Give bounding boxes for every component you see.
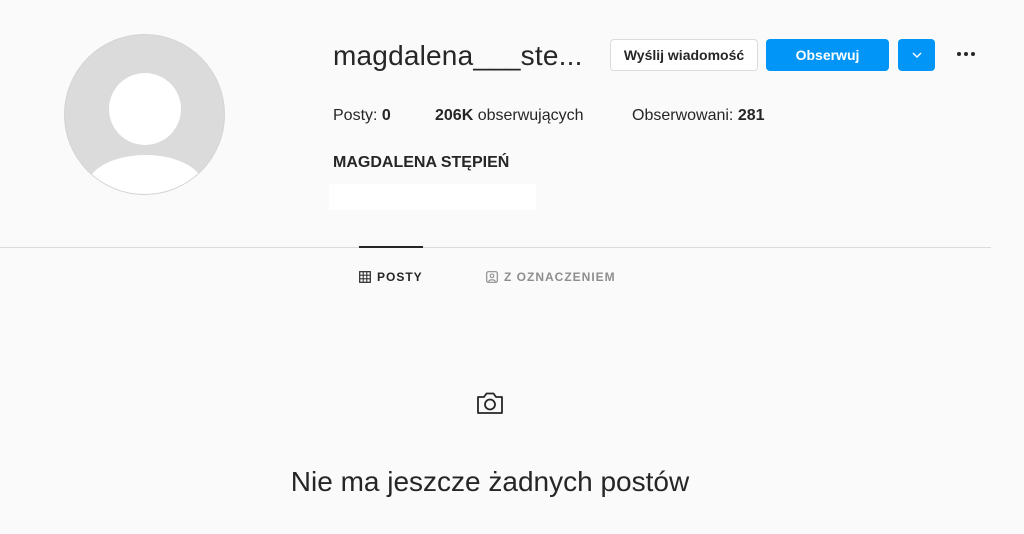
tab-posts-label: POSTY <box>377 270 423 284</box>
followers-count[interactable]: 206K obserwujących <box>435 107 584 125</box>
posts-value: 0 <box>381 107 391 124</box>
followers-label: obserwujących <box>477 107 584 124</box>
send-message-button[interactable]: Wyślij wiadomość <box>610 39 758 71</box>
more-dot <box>971 52 975 56</box>
posts-label: Posty: <box>333 107 378 124</box>
suggested-accounts-dropdown-button[interactable] <box>898 39 935 71</box>
more-dot <box>964 52 968 56</box>
avatar-head-silhouette <box>109 73 181 145</box>
profile-avatar[interactable] <box>64 34 225 195</box>
empty-posts-message: Nie ma jeszcze żadnych postów <box>290 466 690 497</box>
tabs-divider <box>0 247 991 248</box>
active-tab-indicator <box>359 246 423 248</box>
posts-count: Posty: 0 <box>333 107 391 125</box>
avatar-body-silhouette <box>87 155 204 194</box>
profile-page: magdalena___ste... Wyślij wiadomość Obse… <box>0 0 1024 534</box>
tab-posts[interactable]: POSTY <box>359 270 423 284</box>
chevron-down-icon <box>912 52 921 58</box>
redacted-bio-area <box>329 184 536 210</box>
camera-icon <box>477 392 503 414</box>
more-dot <box>957 52 961 56</box>
follow-button[interactable]: Obserwuj <box>766 39 889 71</box>
grid-icon <box>359 271 371 283</box>
tab-tagged-label: Z OZNACZENIEM <box>504 270 616 284</box>
tagged-icon <box>486 271 498 283</box>
profile-full-name: MAGDALENA STĘPIEŃ <box>333 154 510 171</box>
profile-username: magdalena___ste... <box>333 40 583 71</box>
tab-tagged[interactable]: Z OZNACZENIEM <box>486 270 616 284</box>
followers-value: 206K <box>435 107 474 124</box>
more-options-icon[interactable] <box>952 44 980 64</box>
following-label: Obserwowani: <box>632 107 734 124</box>
following-value: 281 <box>737 107 765 124</box>
following-count[interactable]: Obserwowani: 281 <box>632 107 765 125</box>
